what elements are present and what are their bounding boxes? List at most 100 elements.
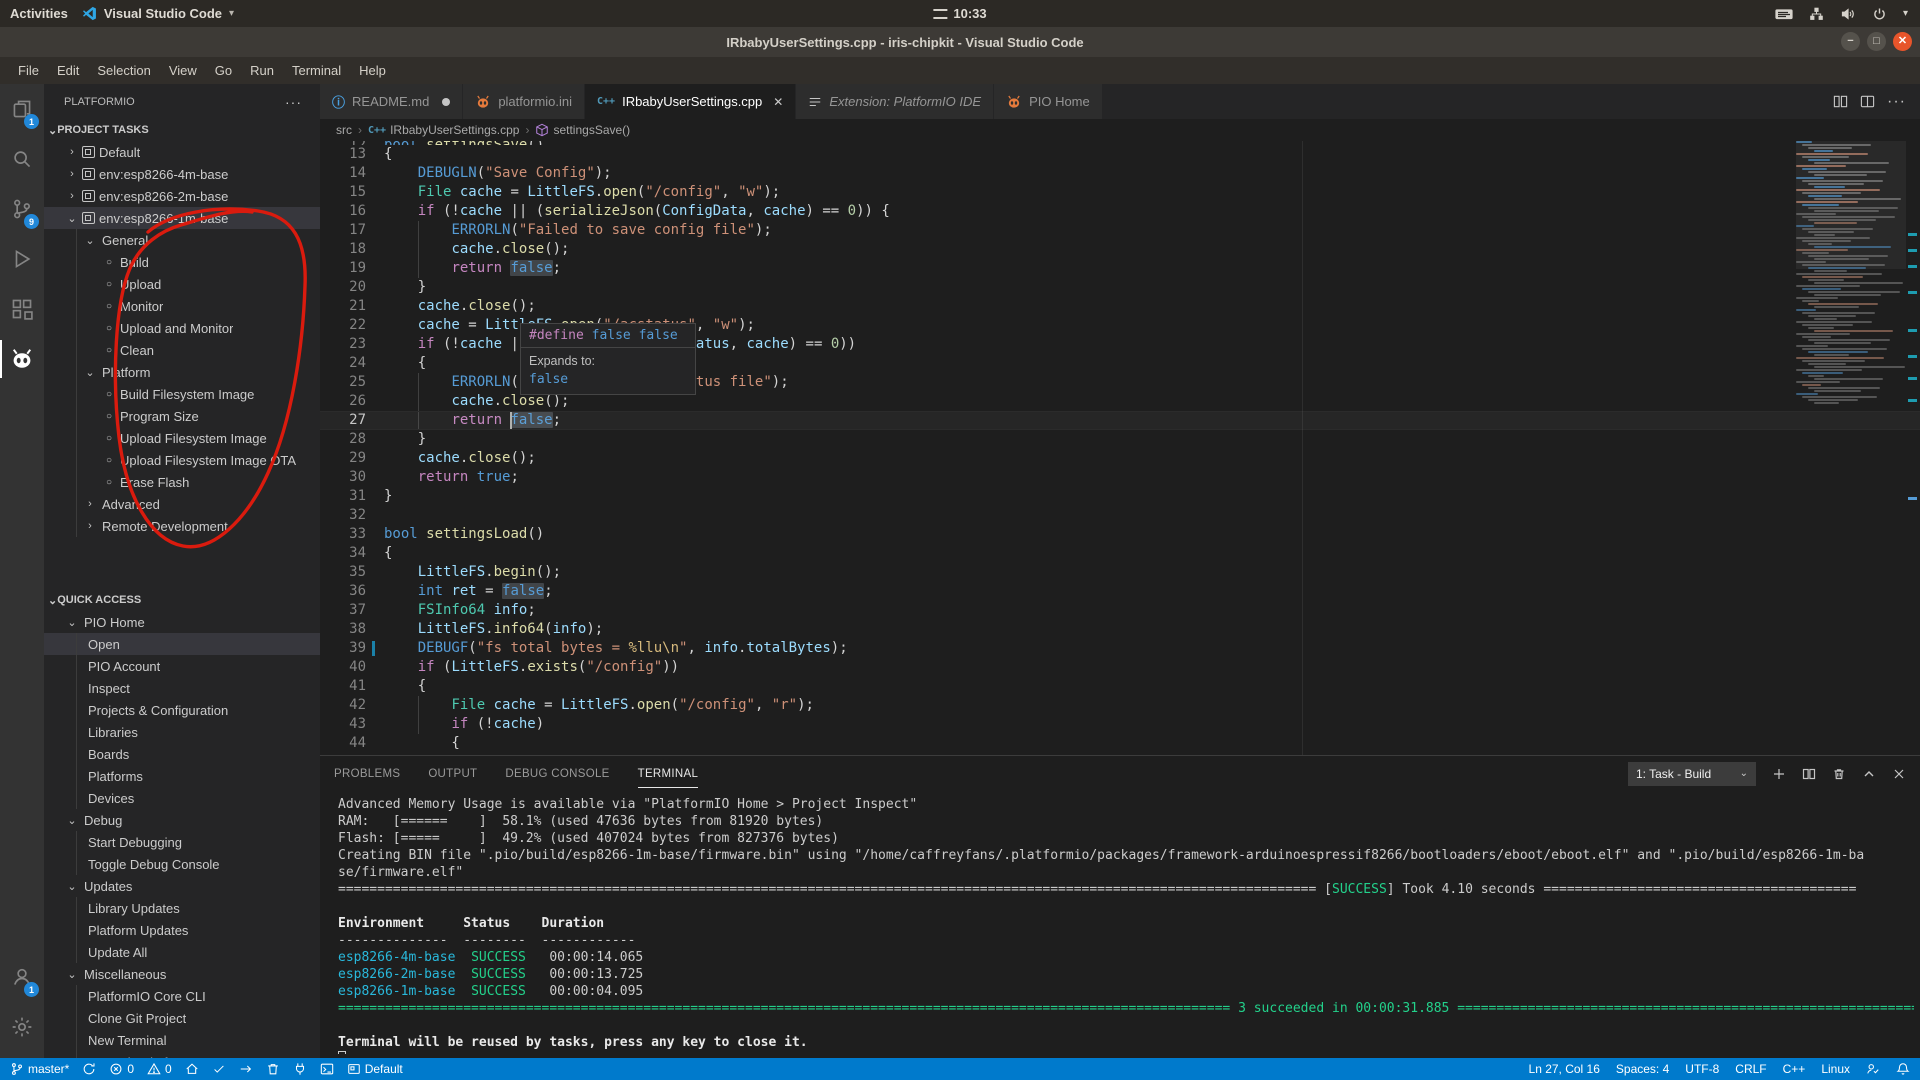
code-line-40[interactable]: 40 if (LittleFS.exists("/config")) xyxy=(320,658,1920,677)
status-bell[interactable] xyxy=(1896,1062,1910,1076)
status-trash[interactable] xyxy=(266,1062,280,1076)
tree-item-program-size[interactable]: ○ Program Size xyxy=(44,405,320,427)
menu-selection[interactable]: Selection xyxy=(89,60,158,81)
tree-item-default[interactable]: › Default xyxy=(44,141,320,163)
split-editor-icon[interactable] xyxy=(1833,94,1848,109)
tree-item-env-esp8266-2m-base[interactable]: › env:esp8266-2m-base xyxy=(44,185,320,207)
code-line-13[interactable]: 13 { xyxy=(320,145,1920,164)
dirty-indicator[interactable] xyxy=(442,98,450,106)
code-line-37[interactable]: 37 FSInfo64 info; xyxy=(320,601,1920,620)
code-editor[interactable]: 12 bool settingsSave() 13 { 14 DEBUGLN("… xyxy=(320,141,1920,839)
app-menu-button[interactable]: Visual Studio Code xyxy=(104,6,222,21)
status-terminal[interactable] xyxy=(320,1062,334,1076)
volume-icon[interactable] xyxy=(1840,7,1856,21)
activity-gear[interactable] xyxy=(0,1002,44,1052)
breadcrumb[interactable]: src› C++IRbabyUserSettings.cpp› settings… xyxy=(320,119,1920,141)
code-line-15[interactable]: 15 File cache = LittleFS.open("/config",… xyxy=(320,183,1920,202)
tab-pio-home[interactable]: PIO Home xyxy=(994,84,1103,119)
tab-extension-platformio-ide[interactable]: Extension: PlatformIO IDE xyxy=(796,84,994,119)
status-ln-27-col-16[interactable]: Ln 27, Col 16 xyxy=(1529,1062,1600,1076)
code-line-35[interactable]: 35 LittleFS.begin(); xyxy=(320,563,1920,582)
code-line-32[interactable]: 32 xyxy=(320,506,1920,525)
tree-item-updates[interactable]: ⌄ Updates xyxy=(44,875,320,897)
code-line-33[interactable]: 33 bool settingsLoad() xyxy=(320,525,1920,544)
tree-item-miscellaneous[interactable]: ⌄ Miscellaneous xyxy=(44,963,320,985)
close-panel-icon[interactable] xyxy=(1892,767,1906,781)
close-button[interactable]: ✕ xyxy=(1893,32,1912,51)
kill-terminal-icon[interactable] xyxy=(1832,767,1846,781)
status-arrow[interactable] xyxy=(239,1062,253,1076)
tree-item-projects-configuration[interactable]: Projects & Configuration xyxy=(44,699,320,721)
code-line-17[interactable]: 17 ERRORLN("Failed to save config file")… xyxy=(320,221,1920,240)
tree-item-platforms[interactable]: Platforms xyxy=(44,765,320,787)
minimap[interactable] xyxy=(1796,141,1906,839)
close-tab-icon[interactable]: ✕ xyxy=(773,95,783,109)
code-line-20[interactable]: 20 } xyxy=(320,278,1920,297)
panel-tab-output[interactable]: OUTPUT xyxy=(428,759,477,788)
tree-item-inspect[interactable]: Inspect xyxy=(44,677,320,699)
section-header-quick-access[interactable]: ⌄QUICK ACCESS xyxy=(44,589,320,611)
breadcrumb-src[interactable]: src xyxy=(336,123,352,137)
tree-item-open[interactable]: Open xyxy=(44,633,320,655)
code-line-41[interactable]: 41 { xyxy=(320,677,1920,696)
power-icon[interactable] xyxy=(1872,7,1887,21)
menu-go[interactable]: Go xyxy=(207,60,240,81)
clock-area[interactable]: 10:33 xyxy=(933,6,986,21)
more-actions-icon[interactable]: ··· xyxy=(1887,93,1906,111)
sidebar-more-actions[interactable]: ··· xyxy=(285,94,302,110)
new-terminal-icon[interactable] xyxy=(1772,767,1786,781)
tree-item-build[interactable]: ○ Build xyxy=(44,251,320,273)
status-c++[interactable]: C++ xyxy=(1783,1062,1806,1076)
menu-view[interactable]: View xyxy=(161,60,205,81)
code-line-42[interactable]: 42 File cache = LittleFS.open("/config",… xyxy=(320,696,1920,715)
section-header-project-tasks[interactable]: ⌄PROJECT TASKS xyxy=(44,119,320,141)
keyboard-icon[interactable] xyxy=(1775,7,1793,21)
tree-item-pio-home[interactable]: ⌄ PIO Home xyxy=(44,611,320,633)
split-terminal-icon[interactable] xyxy=(1802,767,1816,781)
status-error[interactable]: 0 xyxy=(109,1062,134,1076)
code-line-27[interactable]: 27 return false; xyxy=(320,411,1920,430)
tree-item-boards[interactable]: Boards xyxy=(44,743,320,765)
tray-chevron-icon[interactable]: ▾ xyxy=(1903,8,1908,19)
terminal-select[interactable]: 1: Task - Build ⌄ xyxy=(1628,762,1756,786)
tree-item-platform[interactable]: ⌄ Platform xyxy=(44,361,320,383)
tree-item-advanced[interactable]: › Advanced xyxy=(44,493,320,515)
code-line-31[interactable]: 31 } xyxy=(320,487,1920,506)
breadcrumb-settingssave-[interactable]: settingsSave() xyxy=(535,123,630,137)
menu-terminal[interactable]: Terminal xyxy=(284,60,349,81)
status-crlf[interactable]: CRLF xyxy=(1735,1062,1766,1076)
tree-item-upload-filesystem-image-ota[interactable]: ○ Upload Filesystem Image OTA xyxy=(44,449,320,471)
status-board[interactable]: Default xyxy=(347,1062,403,1076)
tree-item-libraries[interactable]: Libraries xyxy=(44,721,320,743)
code-line-39[interactable]: 39 DEBUGF("fs total bytes = %llu\n", inf… xyxy=(320,639,1920,658)
tree-item-clone-git-project[interactable]: Clone Git Project xyxy=(44,1007,320,1029)
activities-button[interactable]: Activities xyxy=(10,6,68,21)
code-line-19[interactable]: 19 return false; xyxy=(320,259,1920,278)
tab-readme-md[interactable]: ⓘREADME.md xyxy=(320,84,463,119)
tree-item-platform-updates[interactable]: Platform Updates xyxy=(44,919,320,941)
code-line-16[interactable]: 16 if (!cache || (serializeJson(ConfigDa… xyxy=(320,202,1920,221)
code-line-34[interactable]: 34 { xyxy=(320,544,1920,563)
status-sync[interactable] xyxy=(82,1062,96,1076)
maximize-button[interactable]: □ xyxy=(1867,32,1886,51)
code-line-21[interactable]: 21 cache.close(); xyxy=(320,297,1920,316)
activity-scm[interactable]: 9 xyxy=(0,184,44,234)
status-plug[interactable] xyxy=(293,1062,307,1076)
activity-debug[interactable] xyxy=(0,234,44,284)
code-line-14[interactable]: 14 DEBUGLN("Save Config"); xyxy=(320,164,1920,183)
tree-item-remote-development[interactable]: › Remote Development xyxy=(44,515,320,537)
menu-run[interactable]: Run xyxy=(242,60,282,81)
tree-item-toggle-debug-console[interactable]: Toggle Debug Console xyxy=(44,853,320,875)
code-line-38[interactable]: 38 LittleFS.info64(info); xyxy=(320,620,1920,639)
tree-item-devices[interactable]: Devices xyxy=(44,787,320,809)
tab-platformio-ini[interactable]: platformio.ini xyxy=(463,84,585,119)
minimize-button[interactable]: − xyxy=(1841,32,1860,51)
panel-tab-problems[interactable]: PROBLEMS xyxy=(334,759,400,788)
tree-item-start-debugging[interactable]: Start Debugging xyxy=(44,831,320,853)
tree-item-env-esp8266-4m-base[interactable]: › env:esp8266-4m-base xyxy=(44,163,320,185)
status-feedback[interactable] xyxy=(1866,1062,1880,1076)
status-home[interactable] xyxy=(185,1062,199,1076)
code-line-28[interactable]: 28 } xyxy=(320,430,1920,449)
code-line-43[interactable]: 43 if (!cache) xyxy=(320,715,1920,734)
network-icon[interactable] xyxy=(1809,7,1824,21)
